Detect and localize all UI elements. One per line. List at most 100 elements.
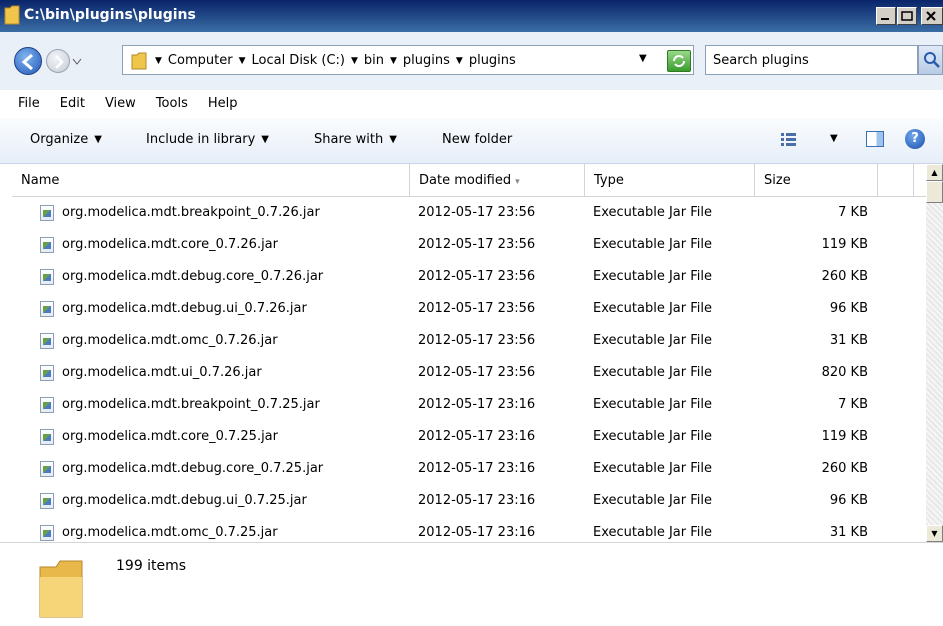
file-name: org.modelica.mdt.core_0.7.25.jar [62,429,278,444]
file-type: Executable Jar File [593,397,712,412]
menu-tools[interactable]: Tools [146,90,198,118]
menu-view[interactable]: View [95,90,146,118]
column-header: Name Date modified ▾ Type Size [12,164,926,197]
file-type: Executable Jar File [593,493,712,508]
jar-file-icon [40,461,54,477]
file-date: 2012-05-17 23:56 [418,237,536,252]
address-bar[interactable]: ▼ Computer ▼ Local Disk (C:) ▼ bin ▼ plugins… [122,45,694,75]
file-size: 260 KB [821,269,868,284]
column-type[interactable]: Type [585,164,755,197]
maximize-button[interactable] [897,7,917,25]
file-type: Executable Jar File [593,237,712,252]
table-row[interactable]: org.modelica.mdt.debug.ui_0.7.26.jar 2012… [12,293,926,325]
close-button[interactable] [921,7,943,25]
column-name[interactable]: Name [12,164,410,197]
column-date-modified[interactable]: Date modified ▾ [410,164,585,197]
file-date: 2012-05-17 23:56 [418,269,536,284]
file-size: 820 KB [821,365,868,380]
file-name: org.modelica.mdt.debug.core_0.7.25.jar [62,461,324,476]
include-in-library-button[interactable]: Include in library ▼ [146,132,269,147]
breadcrumb-item[interactable]: ▼ Local Disk (C:) [239,53,345,68]
table-row[interactable]: org.modelica.mdt.debug.core_0.7.25.jar 20… [12,453,926,485]
file-size: 96 KB [829,493,868,508]
jar-file-icon [40,429,54,445]
table-row[interactable]: org.modelica.mdt.core_0.7.25.jar 2012-05-… [12,421,926,453]
file-size: 7 KB [838,397,868,412]
menu-edit[interactable]: Edit [50,90,95,118]
file-size: 31 KB [829,333,868,348]
views-icon[interactable] [780,132,798,152]
breadcrumb-item[interactable]: ▼ plugins [456,53,516,68]
table-row[interactable]: org.modelica.mdt.debug.core_0.7.26.jar 20… [12,261,926,293]
minimize-button[interactable] [876,7,896,25]
window-title: C:\bin\plugins\plugins [24,7,196,23]
table-row[interactable]: org.modelica.mdt.ui_0.7.26.jar 2012-05-17… [12,357,926,389]
file-type: Executable Jar File [593,365,712,380]
breadcrumb-item[interactable]: ▼ plugins [390,53,450,68]
jar-file-icon [40,333,54,349]
table-row[interactable]: org.modelica.mdt.debug.ui_0.7.25.jar 2012… [12,485,926,517]
column-size[interactable]: Size [755,164,878,197]
scroll-up-icon[interactable]: ▲ [926,164,943,181]
file-size: 31 KB [829,525,868,540]
file-type: Executable Jar File [593,301,712,316]
file-size: 96 KB [829,301,868,316]
folder-icon [38,559,84,625]
file-type: Executable Jar File [593,461,712,476]
preview-pane-icon[interactable] [866,131,884,147]
vertical-scrollbar[interactable]: ▲ ▼ [926,164,943,542]
chevron-down-icon: ▼ [94,134,102,145]
scrollbar-thumb[interactable] [926,181,943,203]
share-with-button[interactable]: Share with ▼ [314,132,397,147]
table-row[interactable]: org.modelica.mdt.core_0.7.26.jar 2012-05-… [12,229,926,261]
file-date: 2012-05-17 23:16 [418,429,536,444]
refresh-icon[interactable] [667,50,691,72]
new-folder-button[interactable]: New folder [442,132,512,147]
organize-button[interactable]: Organize ▼ [30,132,102,147]
search-input[interactable]: Search plugins [705,45,918,75]
title-bar[interactable]: C:\bin\plugins\plugins [0,0,943,32]
chevron-right-icon: ▼ [390,55,397,66]
file-type: Executable Jar File [593,429,712,444]
table-row[interactable]: org.modelica.mdt.omc_0.7.26.jar 2012-05-1… [12,325,926,357]
file-type: Executable Jar File [593,525,712,540]
search-icon[interactable] [918,45,943,75]
file-name: org.modelica.mdt.omc_0.7.26.jar [62,333,278,348]
chevron-right-icon: ▼ [238,55,246,66]
file-name: org.modelica.mdt.breakpoint_0.7.25.jar [62,397,320,412]
file-date: 2012-05-17 23:56 [418,301,536,316]
menu-file[interactable]: File [8,90,50,118]
file-date: 2012-05-17 23:56 [418,333,536,348]
breadcrumb-item[interactable]: ▼ bin [351,53,384,68]
recent-pages-chevron-icon[interactable] [72,55,82,70]
chevron-right-icon: ▼ [350,55,358,66]
file-date: 2012-05-17 23:16 [418,493,536,508]
file-date: 2012-05-17 23:56 [418,365,536,380]
file-date: 2012-05-17 23:16 [418,461,536,476]
address-dropdown-icon[interactable]: ▼ [639,53,647,64]
forward-arrow-icon[interactable] [46,49,70,73]
file-size: 119 KB [821,429,868,444]
table-row[interactable]: org.modelica.mdt.breakpoint_0.7.25.jar 20… [12,389,926,421]
file-name: org.modelica.mdt.debug.core_0.7.26.jar [62,269,324,284]
scroll-down-icon[interactable]: ▼ [926,525,943,542]
command-bar: Organize ▼ Include in library ▼ Share with… [0,118,943,164]
breadcrumb-item[interactable]: ▼ Computer [155,53,233,68]
back-arrow-icon[interactable] [14,47,42,75]
table-row[interactable]: org.modelica.mdt.omc_0.7.25.jar 2012-05-1… [12,517,926,541]
file-name: org.modelica.mdt.core_0.7.26.jar [62,237,278,252]
file-date: 2012-05-17 23:16 [418,525,536,540]
file-size: 260 KB [821,461,868,476]
table-row[interactable]: org.modelica.mdt.breakpoint_0.7.26.jar 20… [12,197,926,229]
jar-file-icon [40,493,54,509]
items-count: 199 items [116,558,187,574]
file-size: 119 KB [821,237,868,252]
file-name: org.modelica.mdt.ui_0.7.26.jar [62,365,262,380]
help-icon[interactable]: ? [905,129,925,149]
views-dropdown-icon[interactable]: ▼ [830,133,838,144]
folder-icon [4,5,20,29]
details-pane: 199 items [0,542,943,626]
menu-help[interactable]: Help [198,90,248,118]
sort-descending-icon: ▾ [515,177,520,187]
file-type: Executable Jar File [593,269,712,284]
